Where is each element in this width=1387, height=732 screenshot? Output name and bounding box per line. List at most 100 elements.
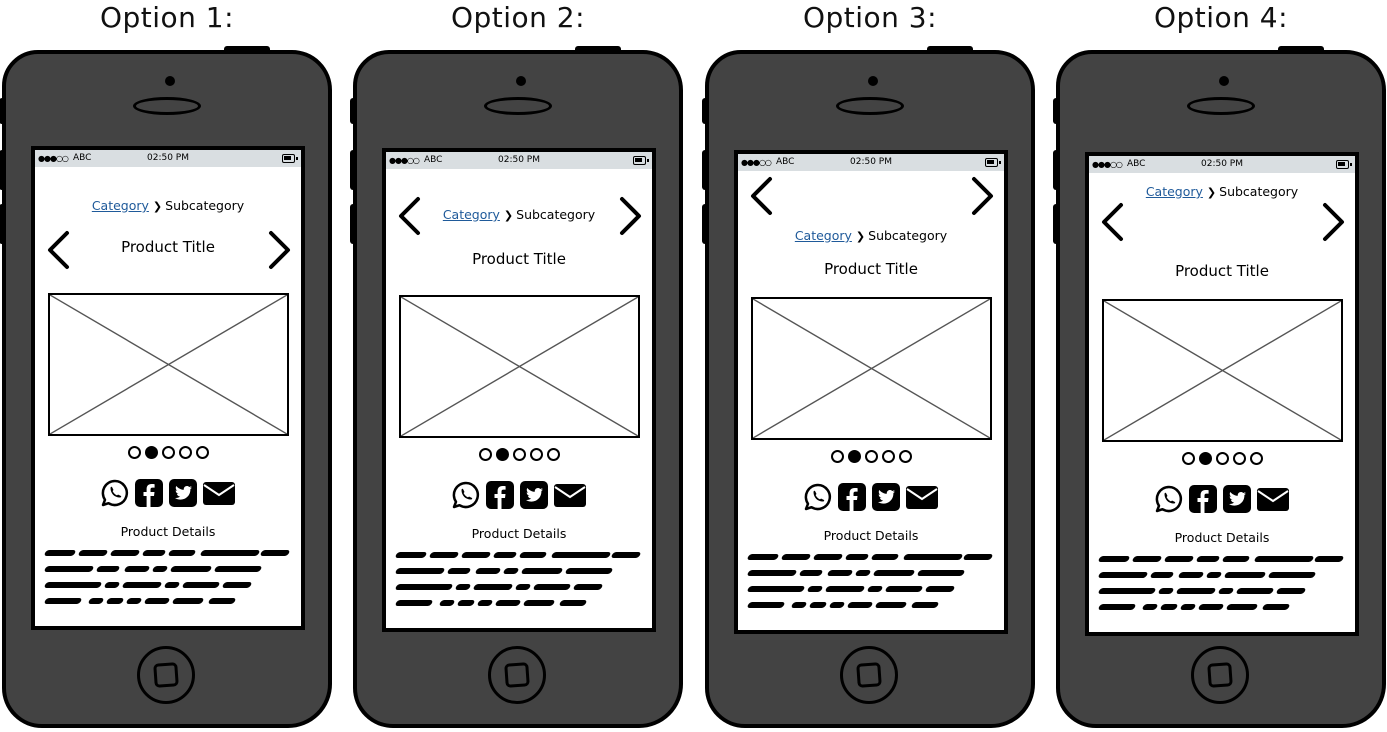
email-icon [1257,488,1289,511]
whatsapp-share-button[interactable] [803,482,833,512]
home-button[interactable] [1191,646,1249,704]
twitter-share-button[interactable] [519,480,549,510]
previous-product-button[interactable] [396,196,424,236]
carousel-dot[interactable] [1215,452,1229,465]
carousel-dot[interactable] [830,450,844,463]
speaker-icon [1187,97,1255,115]
next-product-button[interactable] [616,196,644,236]
wireframe-option-3: Option 3: ●●●○○ ABC 02:50 PM Category ❯ Su… [702,0,1045,732]
phone-frame: ●●●○○ ABC 02:50 PM Category ❯ Subcategory … [702,46,1035,728]
scribble-line [746,554,998,560]
status-bar: ●●●○○ ABC 02:50 PM [738,154,1004,171]
carousel-dot[interactable] [144,446,158,459]
option-title: Option 4: [1153,1,1289,34]
carousel-dot[interactable] [512,448,526,461]
carousel-dot[interactable] [847,450,861,463]
carousel-dot[interactable] [1198,452,1212,465]
carousel-dot[interactable] [529,448,543,461]
carousel-dot[interactable] [864,450,878,463]
facebook-share-button[interactable] [485,480,515,510]
status-time: 02:50 PM [147,153,189,163]
camera-icon [1219,76,1229,86]
carousel-dot[interactable] [881,450,895,463]
breadcrumb-category-link[interactable]: Category [1146,184,1203,199]
facebook-icon [1189,485,1217,513]
chevron-right-small-icon: ❯ [855,230,866,243]
home-button[interactable] [840,646,898,704]
next-product-button[interactable] [968,176,996,216]
carousel-dot[interactable] [127,446,141,459]
carousel-dot[interactable] [478,448,492,461]
carousel-dot[interactable] [898,450,912,463]
product-description-text [1097,556,1349,620]
breadcrumb-category-link[interactable]: Category [795,228,852,243]
phone-frame: ●●●○○ ABC 02:50 PM Category ❯ Subcategory … [1053,46,1386,728]
home-button[interactable] [137,646,195,704]
next-product-button[interactable] [1319,202,1347,242]
product-image-placeholder[interactable] [48,293,289,436]
whatsapp-share-button[interactable] [451,480,481,510]
mute-switch [350,98,355,124]
volume-up-button [0,150,4,190]
twitter-share-button[interactable] [871,482,901,512]
facebook-share-button[interactable] [837,482,867,512]
facebook-share-button[interactable] [134,478,164,508]
product-title: Product Title [472,250,566,268]
volume-down-button [0,204,4,244]
breadcrumb-category-link[interactable]: Category [92,198,149,213]
product-details-heading: Product Details [1174,530,1270,545]
chevron-right-icon [269,231,290,269]
carousel-indicator [1089,452,1355,465]
previous-product-button[interactable] [45,230,73,270]
camera-icon [868,76,878,86]
carousel-dot[interactable] [195,446,209,459]
next-product-button[interactable] [265,230,293,270]
twitter-share-button[interactable] [1222,484,1252,514]
carousel-dot[interactable] [1181,452,1195,465]
email-share-button[interactable] [1256,484,1290,514]
home-button[interactable] [488,646,546,704]
email-share-button[interactable] [905,482,939,512]
camera-icon [516,76,526,86]
product-image-placeholder[interactable] [1102,299,1343,442]
carousel-dot[interactable] [178,446,192,459]
scribble-line [1097,604,1349,610]
volume-up-button [1053,150,1058,190]
product-details-heading: Product Details [823,528,919,543]
breadcrumb-category-link[interactable]: Category [443,207,500,222]
product-description-text [746,554,998,618]
previous-product-button[interactable] [748,176,776,216]
facebook-icon [135,479,163,507]
scribble-line [43,550,295,556]
power-button [1278,46,1324,52]
option-title: Option 3: [802,1,938,34]
twitter-share-button[interactable] [168,478,198,508]
mute-switch [1053,98,1058,124]
whatsapp-share-button[interactable] [1154,484,1184,514]
breadcrumb-current: Subcategory [1219,184,1299,199]
carousel-dot[interactable] [161,446,175,459]
email-share-button[interactable] [202,478,236,508]
image-placeholder-cross [401,297,638,436]
product-description-text [43,550,295,614]
chevron-left-icon [48,231,69,269]
scribble-line [746,570,998,576]
chevron-left-icon [1102,203,1123,241]
carousel-dot[interactable] [1232,452,1246,465]
previous-product-button[interactable] [1099,202,1127,242]
speaker-icon [133,97,201,115]
carousel-dot[interactable] [495,448,509,461]
phone-frame: ●●●○○ ABC 02:50 PM Category ❯ Subcategory … [350,46,683,728]
product-description-text [394,552,646,616]
carousel-dot[interactable] [1249,452,1263,465]
email-share-button[interactable] [553,480,587,510]
scribble-line [746,586,998,592]
scribble-line [43,566,295,572]
scribble-line [1097,588,1349,594]
product-image-placeholder[interactable] [399,295,640,438]
whatsapp-share-button[interactable] [100,478,130,508]
product-image-placeholder[interactable] [751,297,992,440]
image-placeholder-cross [50,295,287,434]
carousel-dot[interactable] [546,448,560,461]
facebook-share-button[interactable] [1188,484,1218,514]
